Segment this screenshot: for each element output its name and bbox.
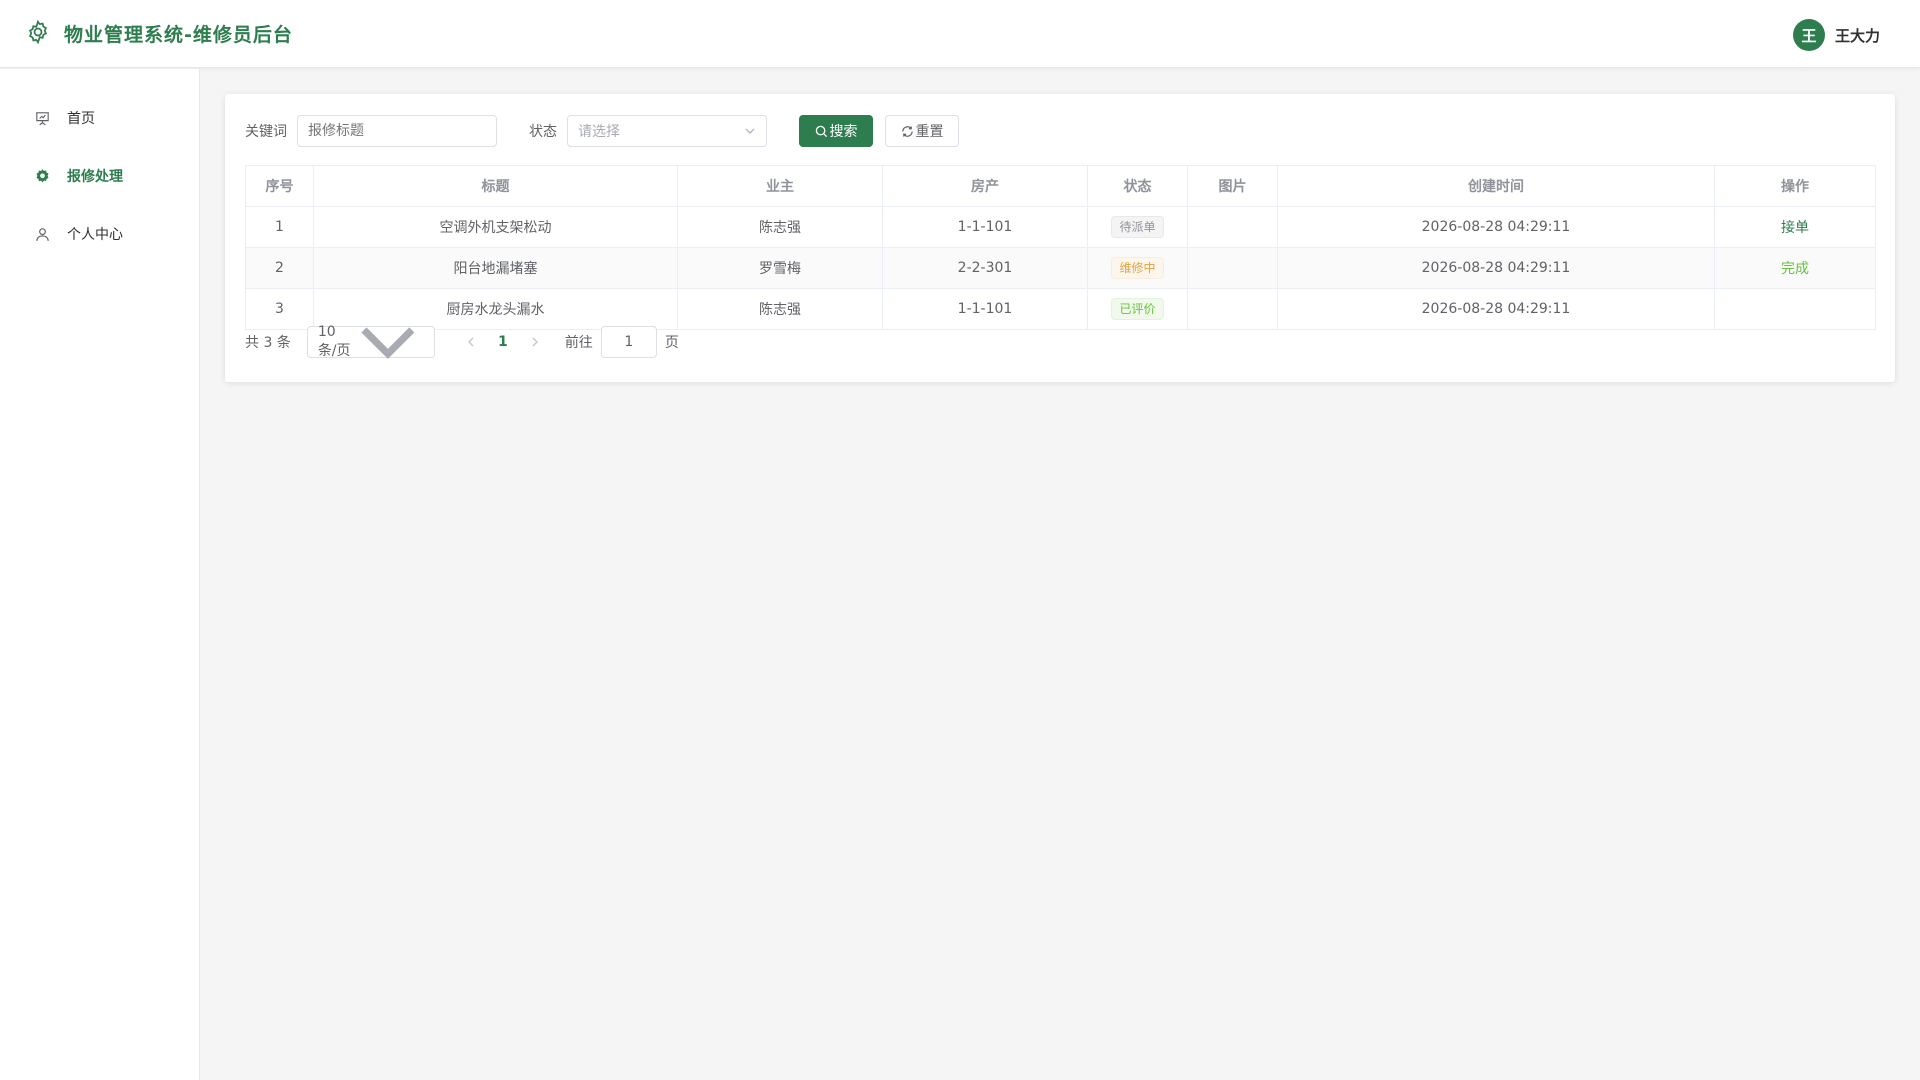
chevron-down-icon: [361, 327, 415, 360]
status-label: 状态: [529, 124, 557, 140]
user-icon: [36, 227, 49, 241]
search-button-label: 搜索: [829, 124, 858, 140]
complete-button[interactable]: 完成: [1781, 261, 1809, 277]
cell-created: 2026-08-28 04:29:11: [1277, 288, 1715, 330]
cell-image: [1187, 206, 1278, 248]
cell-index: 3: [245, 288, 314, 330]
cell-status: 维修中: [1087, 247, 1188, 289]
column-header: 房产: [882, 165, 1088, 207]
chevron-left-icon: [467, 337, 474, 347]
pagination: 共 3 条 10条/页 1 前往 1 页: [245, 324, 679, 360]
column-header: 图片: [1187, 165, 1278, 207]
status-select-placeholder: 请选择: [578, 124, 620, 140]
column-header: 创建时间: [1277, 165, 1715, 207]
user-name[interactable]: 王大力: [1835, 25, 1880, 46]
page-size-value: 10条/页: [317, 324, 351, 359]
search-icon: [815, 125, 827, 137]
repair-table: 序号 标题 业主 房产 状态 图片 创建时间 操作 1 空调外机支架松动 陈志强…: [245, 165, 1876, 330]
cell-action: [1714, 288, 1876, 330]
keyword-label: 关键词: [245, 124, 287, 140]
keyword-input[interactable]: [297, 115, 497, 147]
goto-suffix: 页: [664, 335, 679, 351]
table-header-row: 序号 标题 业主 房产 状态 图片 创建时间 操作: [245, 165, 1876, 207]
goto-page-input[interactable]: 1: [600, 326, 657, 358]
cell-index: 1: [245, 206, 314, 248]
sidebar-item-home[interactable]: 首页: [0, 89, 199, 147]
reset-button-label: 重置: [915, 124, 944, 140]
cell-action: 接单: [1714, 206, 1876, 248]
cell-index: 2: [245, 247, 314, 289]
cell-created: 2026-08-28 04:29:11: [1277, 206, 1715, 248]
cell-status: 待派单: [1087, 206, 1188, 248]
table-row: 2 阳台地漏堵塞 罗雪梅 2-2-301 维修中 2026-08-28 04:2…: [245, 247, 1876, 289]
user-menu[interactable]: 王 王大力: [1792, 19, 1880, 51]
top-header: 物业管理系统-维修员后台 王 王大力: [0, 0, 1920, 68]
cell-image: [1187, 247, 1278, 289]
avatar[interactable]: 王: [1792, 19, 1825, 51]
reset-button[interactable]: 重置: [885, 115, 959, 147]
goto-label: 前往: [564, 335, 593, 351]
sidebar-item-label: 报修处理: [67, 169, 123, 185]
accept-order-button[interactable]: 接单: [1781, 220, 1809, 236]
sidebar-item-label: 个人中心: [67, 227, 123, 243]
cell-action: 完成: [1714, 247, 1876, 289]
sidebar-item-profile[interactable]: 个人中心: [0, 205, 199, 263]
pagination-total: 共 3 条: [245, 335, 291, 351]
column-header: 业主: [677, 165, 883, 207]
gear-icon: [25, 19, 51, 49]
column-header: 状态: [1087, 165, 1188, 207]
sidebar-item-label: 首页: [67, 111, 95, 127]
cell-property: 1-1-101: [882, 288, 1088, 330]
column-header: 操作: [1714, 165, 1876, 207]
cell-status: 已评价: [1087, 288, 1188, 330]
cell-title: 空调外机支架松动: [313, 206, 678, 248]
column-header: 标题: [313, 165, 678, 207]
cell-property: 2-2-301: [882, 247, 1088, 289]
page-size-select[interactable]: 10条/页: [306, 324, 435, 360]
table-row: 3 厨房水龙头漏水 陈志强 1-1-101 已评价 2026-08-28 04:…: [245, 288, 1876, 330]
status-badge: 维修中: [1111, 257, 1164, 279]
cell-property: 1-1-101: [882, 206, 1088, 248]
next-page-button[interactable]: [519, 326, 551, 358]
chevron-right-icon: [532, 337, 538, 347]
brand: 物业管理系统-维修员后台: [25, 19, 293, 49]
cell-created: 2026-08-28 04:29:11: [1277, 247, 1715, 289]
cell-title: 阳台地漏堵塞: [313, 247, 678, 289]
filter-bar: 关键词 状态 请选择 搜索 重置: [245, 115, 959, 147]
gear-icon: [36, 168, 49, 183]
column-header: 序号: [245, 165, 314, 207]
cell-owner: 陈志强: [677, 288, 883, 330]
status-select[interactable]: 请选择: [567, 115, 767, 147]
chevron-down-icon: [745, 128, 755, 134]
prev-page-button[interactable]: [455, 326, 487, 358]
page-number-current[interactable]: 1: [487, 326, 519, 358]
sidebar: 首页 报修处理 个人中心: [0, 69, 200, 1080]
cell-owner: 罗雪梅: [677, 247, 883, 289]
status-badge: 已评价: [1111, 298, 1164, 320]
cell-owner: 陈志强: [677, 206, 883, 248]
search-button[interactable]: 搜索: [799, 115, 873, 147]
refresh-icon: [901, 125, 913, 137]
presentation-icon: [36, 111, 49, 125]
app-title: 物业管理系统-维修员后台: [64, 24, 293, 46]
sidebar-item-repair[interactable]: 报修处理: [0, 147, 199, 205]
repair-list-card: 关键词 状态 请选择 搜索 重置 序号 标题 业主: [225, 94, 1895, 382]
cell-image: [1187, 288, 1278, 330]
table-row: 1 空调外机支架松动 陈志强 1-1-101 待派单 2026-08-28 04…: [245, 206, 1876, 248]
status-badge: 待派单: [1111, 216, 1164, 238]
